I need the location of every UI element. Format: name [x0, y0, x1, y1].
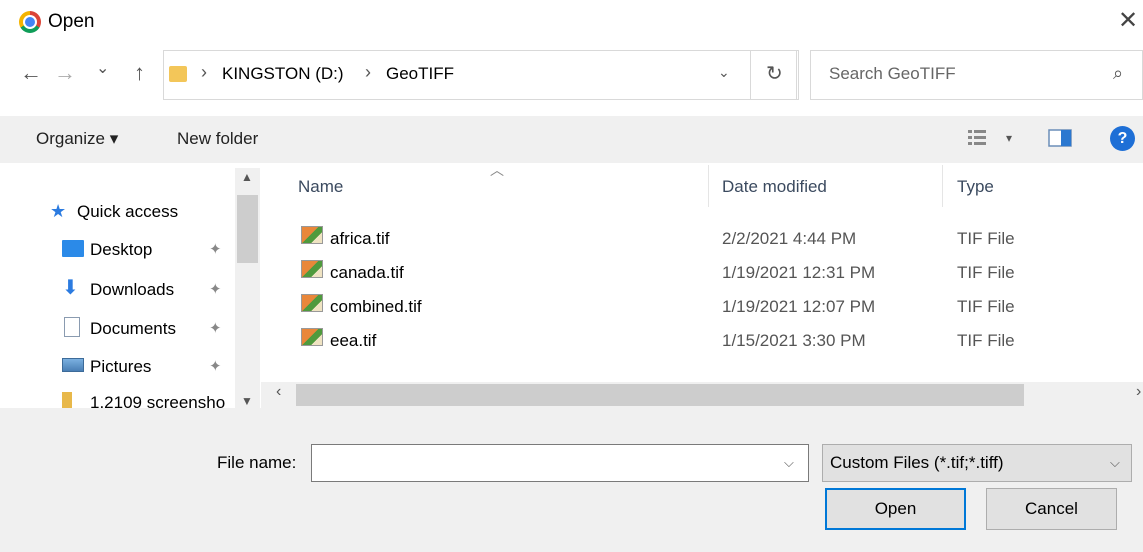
organize-button[interactable]: Organize ▾ — [36, 129, 118, 149]
sidebar-scroll-thumb[interactable] — [237, 195, 258, 263]
up-arrow-icon[interactable]: ↑ — [134, 60, 145, 86]
star-icon: ★ — [50, 201, 67, 221]
breadcrumb-folder[interactable]: GeoTIFF — [386, 64, 454, 84]
search-input[interactable]: Search GeoTIFF — [829, 64, 956, 84]
tif-file-icon — [301, 260, 323, 278]
pin-icon: ✦ — [209, 281, 222, 298]
recent-locations-icon[interactable]: ⌄ — [96, 58, 109, 78]
file-date: 1/19/2021 12:07 PM — [722, 297, 876, 316]
chrome-icon — [19, 11, 41, 33]
window-title: Open — [48, 11, 95, 32]
sidebar-item-downloads[interactable]: Downloads — [90, 280, 174, 300]
forward-arrow-icon[interactable]: → — [54, 60, 76, 86]
scroll-left-icon[interactable]: ‹ — [276, 383, 281, 401]
pin-icon: ✦ — [209, 358, 222, 375]
open-button[interactable]: Open — [825, 488, 966, 530]
address-dropdown-icon[interactable]: ⌄ — [718, 64, 730, 81]
documents-icon — [64, 317, 80, 337]
file-type-filter-label[interactable]: Custom Files (*.tif;*.tiff) — [830, 453, 1004, 473]
downloads-icon: ⬇ — [62, 277, 79, 299]
breadcrumb-separator: › — [365, 62, 371, 82]
file-name-dropdown-icon[interactable]: ⌵ — [784, 455, 794, 471]
horizontal-scroll-thumb[interactable] — [296, 384, 1024, 406]
file-name[interactable]: canada.tif — [330, 263, 404, 283]
filter-dropdown-icon[interactable]: ⌵ — [1110, 455, 1120, 471]
sidebar-item-quick-access[interactable]: Quick access — [77, 202, 178, 222]
file-name-label: File name: — [217, 453, 297, 472]
desktop-icon — [62, 240, 84, 257]
sidebar-item-screenshots[interactable]: 1.2109 screensho — [90, 393, 225, 408]
column-divider[interactable] — [942, 165, 943, 207]
scroll-right-icon[interactable]: › — [1136, 383, 1141, 401]
scroll-up-icon[interactable]: ▲ — [241, 170, 253, 184]
folder-icon — [169, 66, 187, 82]
file-name[interactable]: eea.tif — [330, 331, 376, 351]
folder-icon — [62, 392, 72, 408]
sidebar-item-pictures[interactable]: Pictures — [90, 357, 151, 377]
preview-pane-icon[interactable] — [1047, 126, 1073, 150]
help-icon[interactable]: ? — [1110, 126, 1135, 151]
scroll-down-icon[interactable]: ▼ — [241, 394, 253, 408]
file-date: 2/2/2021 4:44 PM — [722, 229, 857, 248]
file-date: 1/15/2021 3:30 PM — [722, 331, 866, 350]
sidebar-item-desktop[interactable]: Desktop — [90, 240, 152, 260]
close-icon[interactable]: ✕ — [1118, 6, 1143, 35]
pin-icon: ✦ — [209, 320, 222, 337]
sidebar-item-documents[interactable]: Documents — [90, 319, 176, 339]
view-dropdown-icon[interactable]: ▾ — [1006, 131, 1012, 145]
file-type: TIF File — [957, 229, 1015, 248]
tif-file-icon — [301, 294, 323, 312]
search-icon[interactable]: ⌕ — [1113, 63, 1123, 84]
pin-icon: ✦ — [209, 241, 222, 258]
refresh-icon[interactable]: ↻ — [766, 61, 783, 86]
file-type: TIF File — [957, 263, 1015, 282]
column-header-type[interactable]: Type — [957, 177, 994, 197]
column-header-date[interactable]: Date modified — [722, 177, 827, 197]
new-folder-button[interactable]: New folder — [177, 129, 258, 149]
sort-ascending-icon: ︿ — [490, 162, 504, 178]
back-arrow-icon[interactable]: ← — [20, 60, 42, 86]
file-type: TIF File — [957, 297, 1015, 316]
sidebar-clip: 1.2109 screensho — [0, 380, 235, 408]
column-header-name[interactable]: Name — [298, 177, 343, 197]
title-bar — [0, 0, 1143, 44]
file-name[interactable]: africa.tif — [330, 229, 390, 249]
file-type: TIF File — [957, 331, 1015, 350]
column-divider[interactable] — [708, 165, 709, 207]
file-date: 1/19/2021 12:31 PM — [722, 263, 876, 282]
breadcrumb-separator: › — [201, 62, 207, 82]
breadcrumb-drive[interactable]: KINGSTON (D:) — [222, 64, 344, 84]
file-name[interactable]: combined.tif — [330, 297, 422, 317]
tif-file-icon — [301, 226, 323, 244]
tif-file-icon — [301, 328, 323, 346]
pictures-icon — [62, 358, 84, 372]
file-name-input[interactable] — [311, 444, 809, 482]
view-options-icon[interactable] — [964, 126, 990, 150]
cancel-button[interactable]: Cancel — [986, 488, 1117, 530]
